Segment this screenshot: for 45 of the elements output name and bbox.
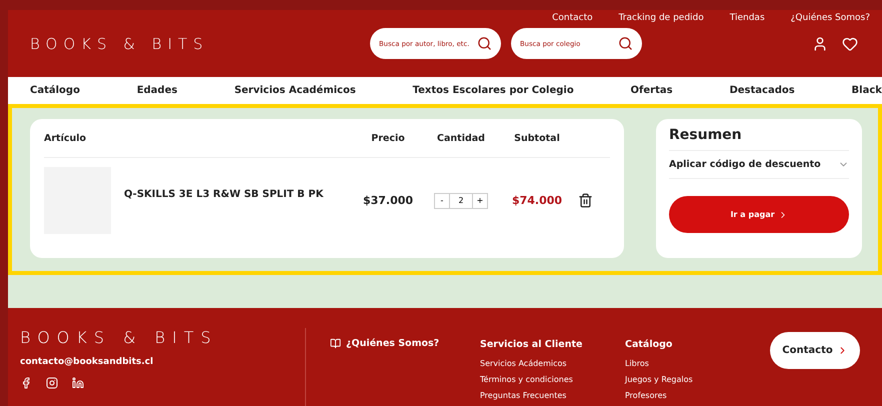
nav-item[interactable]: Catálogo bbox=[30, 85, 80, 96]
top-link[interactable]: ¿Quiénes Somos? bbox=[790, 13, 870, 23]
footer-heading: Servicios al Cliente bbox=[480, 339, 584, 350]
search-icon bbox=[477, 36, 492, 51]
about-link[interactable]: ¿Quiénes Somos? bbox=[346, 338, 440, 349]
footer-logo: BOOKS & BITS bbox=[20, 328, 219, 347]
footer-link[interactable]: Libros bbox=[625, 359, 770, 368]
footer-link[interactable]: Términos y condiciones bbox=[480, 375, 625, 384]
column-header: Artículo bbox=[44, 132, 88, 144]
facebook-icon[interactable] bbox=[20, 377, 32, 389]
email-link[interactable]: contacto@booksandbits.cl bbox=[20, 357, 305, 367]
increase-button[interactable]: + bbox=[472, 192, 488, 208]
footer-link[interactable]: Preguntas Frecuentes bbox=[480, 391, 625, 400]
book-icon bbox=[330, 338, 341, 349]
footer-link[interactable]: Juegos y Regalos bbox=[625, 375, 770, 384]
top-link[interactable]: Contacto bbox=[552, 13, 593, 23]
footer-heading: Catálogo bbox=[625, 339, 674, 350]
search-icon bbox=[618, 36, 633, 51]
discount-toggle[interactable]: Aplicar código de descuento bbox=[669, 151, 849, 179]
instagram-icon[interactable] bbox=[46, 377, 58, 389]
column-header: Cantidad bbox=[436, 132, 486, 144]
user-icon[interactable] bbox=[812, 36, 828, 52]
nav-item[interactable]: Ofertas bbox=[630, 85, 673, 96]
contact-button[interactable]: Contacto bbox=[770, 332, 860, 369]
product-name: Q-SKILLS 3E L3 R&W SB SPLIT B PK bbox=[124, 189, 324, 200]
linkedin-icon[interactable] bbox=[72, 377, 84, 389]
nav-item[interactable]: Black bbox=[852, 85, 882, 96]
heart-icon[interactable] bbox=[842, 36, 858, 52]
subtotal: $74.000 bbox=[510, 194, 564, 207]
decrease-button[interactable]: - bbox=[434, 192, 450, 208]
logo: BOOKS & BITS bbox=[30, 34, 210, 52]
trash-icon[interactable] bbox=[578, 193, 593, 208]
column-header: Subtotal bbox=[513, 132, 561, 144]
nav-item[interactable]: Destacados bbox=[729, 85, 795, 96]
summary-title: Resumen bbox=[669, 127, 849, 151]
top-link[interactable]: Tiendas bbox=[730, 13, 765, 23]
column-header: Precio bbox=[370, 132, 406, 144]
nav-item[interactable]: Servicios Académicos bbox=[234, 85, 356, 96]
footer-link[interactable]: Profesores bbox=[625, 391, 770, 400]
nav-item[interactable]: Edades bbox=[136, 85, 178, 96]
top-link[interactable]: Tracking de pedido bbox=[618, 13, 704, 23]
checkout-button[interactable]: Ir a pagar bbox=[669, 196, 849, 233]
nav-item[interactable]: Textos Escolares por Colegio bbox=[412, 85, 574, 96]
footer-link[interactable]: Servicios Acádemicos bbox=[480, 359, 625, 368]
price: $37.000 bbox=[362, 194, 414, 207]
